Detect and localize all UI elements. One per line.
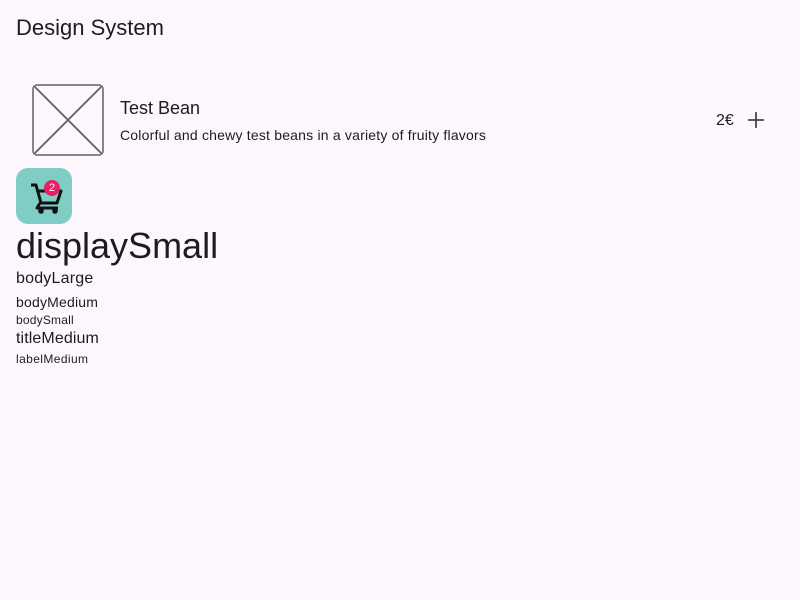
display-small-sample: displaySmall xyxy=(16,225,219,266)
product-list-item[interactable]: Test Bean Colorful and chewy test beans … xyxy=(16,84,784,156)
image-placeholder-icon xyxy=(32,84,104,156)
product-price: 2€ xyxy=(716,112,734,129)
body-medium-sample: bodyMedium xyxy=(16,294,99,310)
plus-icon xyxy=(748,112,764,128)
cart-button[interactable]: 2 xyxy=(16,168,72,224)
product-description: Colorful and chewy test beans in a varie… xyxy=(120,127,487,143)
add-to-cart-button[interactable] xyxy=(744,108,768,132)
body-large-sample: bodyLarge xyxy=(16,270,94,287)
label-medium-sample: labelMedium xyxy=(16,352,89,366)
product-name: Test Bean xyxy=(120,98,201,118)
body-small-sample: bodySmall xyxy=(16,313,74,327)
title-medium-sample: titleMedium xyxy=(16,330,99,347)
cart-badge: 2 xyxy=(44,180,60,196)
page-title: Design System xyxy=(16,15,164,40)
